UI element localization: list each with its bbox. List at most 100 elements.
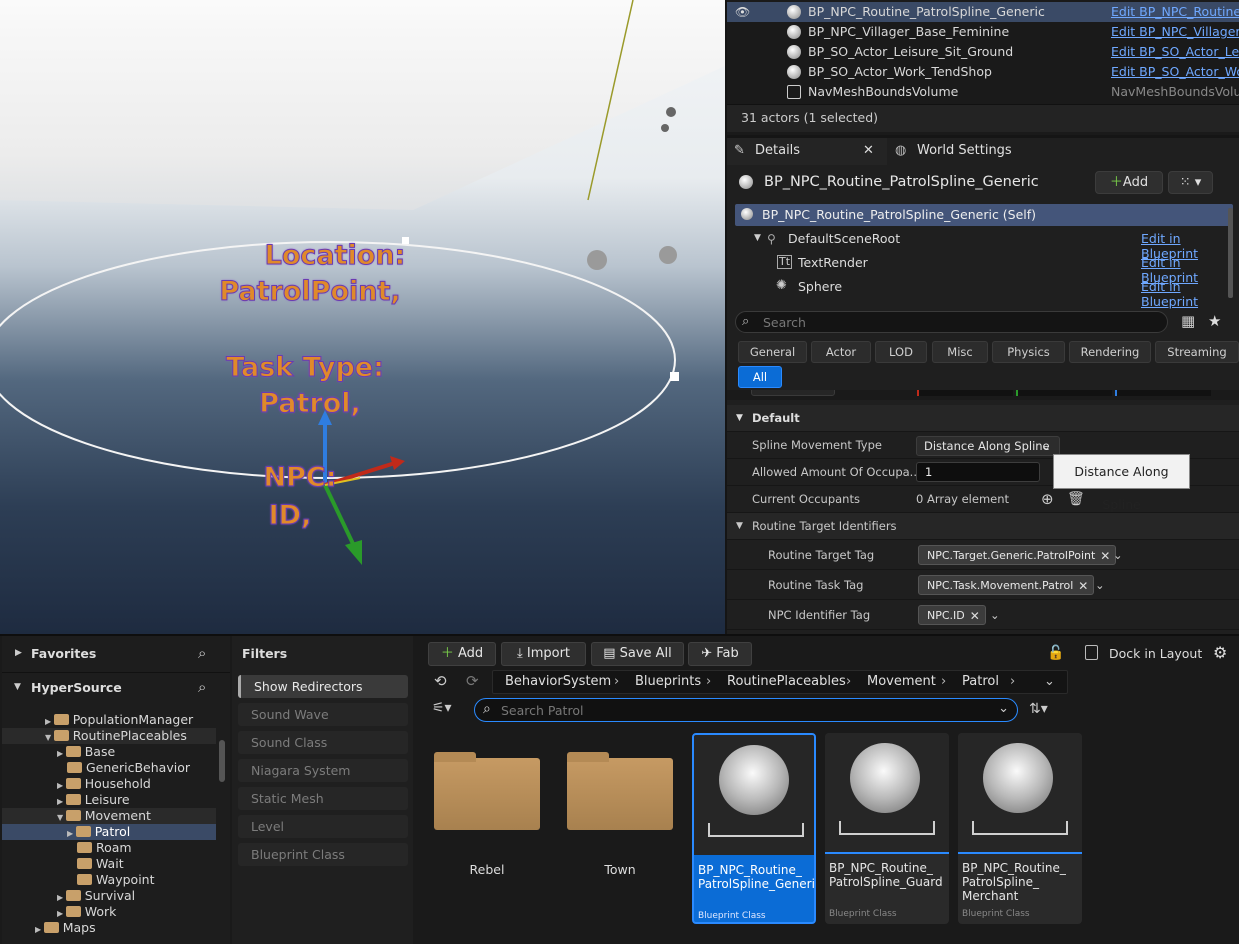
remove-tag-icon[interactable]: ✕: [1100, 546, 1110, 566]
table-view-icon[interactable]: ▦: [1181, 312, 1195, 330]
breadcrumb-item[interactable]: Patrol: [962, 674, 999, 690]
chevron-down-icon[interactable]: ⌄: [1113, 540, 1123, 570]
level-viewport[interactable]: Location: PatrolPoint, Task Type: Patrol…: [0, 0, 725, 634]
expand-arrow-icon[interactable]: ▶: [15, 648, 22, 658]
component-default-scene-root[interactable]: DefaultSceneRoot: [788, 231, 900, 246]
forward-arrow-icon[interactable]: ⟳: [466, 672, 479, 690]
hypersource-header[interactable]: HyperSource: [31, 680, 122, 695]
tag-chip[interactable]: NPC.Task.Movement.Patrol ✕: [918, 575, 1095, 596]
edit-blueprint-link[interactable]: Edit BP_NPC_Routine_: [1111, 2, 1239, 22]
folder-name[interactable]: Town: [567, 862, 673, 877]
save-all-button[interactable]: ▤ Save All: [591, 642, 684, 666]
outliner-row[interactable]: 👁 BP_NPC_Routine_PatrolSpline_Generic Ed…: [727, 2, 1239, 22]
edit-in-blueprint-link[interactable]: Edit in Blueprint: [1141, 279, 1239, 309]
outliner-row[interactable]: BP_SO_Actor_Work_TendShop Edit BP_SO_Act…: [727, 62, 1239, 82]
chevron-down-icon[interactable]: ⌄: [990, 600, 1000, 630]
filter-icon[interactable]: ⚟▾: [432, 700, 452, 716]
favorites-header[interactable]: Favorites: [31, 646, 96, 661]
outliner-row[interactable]: BP_SO_Actor_Leisure_Sit_Ground Edit BP_S…: [727, 42, 1239, 62]
close-tab-icon[interactable]: ✕: [863, 143, 874, 158]
dock-in-layout-button[interactable]: Dock in Layout: [1109, 646, 1202, 661]
filter-level[interactable]: Level: [238, 815, 408, 838]
collapse-arrow-icon[interactable]: ▼: [14, 682, 21, 692]
component-self[interactable]: BP_NPC_Routine_PatrolSpline_Generic (Sel…: [762, 207, 1036, 222]
outliner-row[interactable]: BP_NPC_Villager_Base_Feminine Edit BP_NP…: [727, 22, 1239, 42]
tree-item-household[interactable]: ▶ Household: [57, 776, 151, 792]
outliner-row[interactable]: NavMeshBoundsVolume NavMeshBoundsVolum: [727, 82, 1239, 102]
import-button[interactable]: ⤓ Import: [501, 642, 586, 666]
filter-blueprint-class[interactable]: Blueprint Class: [238, 843, 408, 866]
filter-general[interactable]: General: [738, 341, 807, 363]
edit-blueprint-link[interactable]: Edit BP_SO_Actor_Leis: [1111, 42, 1239, 62]
filter-show-redirectors[interactable]: Show Redirectors: [238, 675, 408, 698]
breadcrumb-item[interactable]: Movement: [867, 674, 936, 690]
tree-item-genericbehavior[interactable]: GenericBehavior: [67, 760, 190, 776]
tree-item-wait[interactable]: Wait: [77, 856, 124, 872]
filter-rendering[interactable]: Rendering: [1069, 341, 1151, 363]
filter-lod[interactable]: LOD: [875, 341, 927, 363]
tree-scrollbar[interactable]: [219, 740, 225, 782]
breadcrumb-item[interactable]: RoutinePlaceables: [727, 674, 846, 690]
filter-all[interactable]: All: [738, 366, 782, 388]
tab-world-settings[interactable]: World Settings: [917, 138, 1012, 164]
tree-item-movement[interactable]: ▼ Movement: [57, 808, 151, 824]
filter-sound-class[interactable]: Sound Class: [238, 731, 408, 754]
asset-search-input[interactable]: ⌕ Search Patrol ⌄: [474, 698, 1018, 722]
edit-blueprint-link[interactable]: Edit BP_NPC_Villager_B: [1111, 22, 1239, 42]
tree-item-routineplaceables[interactable]: ▼ RoutinePlaceables: [45, 728, 187, 744]
add-component-button[interactable]: ＋Add: [1095, 171, 1163, 194]
collapse-arrow-icon[interactable]: ▼: [754, 233, 761, 243]
filter-niagara-system[interactable]: Niagara System: [238, 759, 408, 782]
remove-tag-icon[interactable]: ✕: [1078, 576, 1088, 596]
tree-item-work[interactable]: ▶ Work: [57, 904, 116, 920]
remove-tag-icon[interactable]: ✕: [970, 606, 980, 626]
fab-button[interactable]: ✈ Fab: [688, 642, 752, 666]
tree-item-patrol[interactable]: ▶ Patrol: [67, 824, 130, 840]
folder-name[interactable]: Rebel: [434, 862, 540, 877]
chevron-down-icon[interactable]: ⌄: [1095, 570, 1105, 600]
search-icon[interactable]: ⌕: [198, 644, 206, 662]
tag-chip[interactable]: NPC.Target.Generic.PatrolPoint ✕: [918, 545, 1117, 566]
tree-item-leisure[interactable]: ▶ Leisure: [57, 792, 130, 808]
filter-sound-wave[interactable]: Sound Wave: [238, 703, 408, 726]
asset-tile[interactable]: BP_NPC_Routine_ PatrolSpline_ Merchant B…: [958, 733, 1082, 924]
lock-icon[interactable]: 🔓: [1047, 645, 1064, 661]
tree-item-survival[interactable]: ▶ Survival: [57, 888, 135, 904]
add-element-icon[interactable]: ⊕: [1041, 486, 1054, 513]
breadcrumb-item[interactable]: BehaviorSystem: [505, 674, 611, 690]
back-arrow-icon[interactable]: ⟲: [434, 672, 447, 690]
tab-details[interactable]: Details: [755, 138, 800, 164]
tag-chip[interactable]: NPC.ID ✕: [918, 605, 986, 625]
sort-icon[interactable]: ⇅▾: [1029, 701, 1048, 717]
asset-tile[interactable]: BP_NPC_Routine_ PatrolSpline_Generic Blu…: [692, 733, 816, 924]
folder-town-icon[interactable]: [567, 752, 673, 830]
details-search-input[interactable]: ⌕ Search: [735, 311, 1168, 333]
add-button[interactable]: ＋ Add: [428, 642, 496, 666]
components-scrollbar[interactable]: [1228, 208, 1233, 298]
section-default[interactable]: ▼ Default: [727, 405, 1239, 432]
tree-item-roam[interactable]: Roam: [77, 840, 132, 856]
section-routine-target-identifiers[interactable]: ▼ Routine Target Identifiers: [727, 513, 1239, 540]
filter-static-mesh[interactable]: Static Mesh: [238, 787, 408, 810]
eye-icon[interactable]: 👁: [735, 2, 750, 22]
spline-movement-type-dropdown[interactable]: Distance Along Spline ⌄: [916, 436, 1060, 456]
folder-rebel-icon[interactable]: [434, 752, 540, 830]
component-sphere[interactable]: Sphere: [798, 279, 842, 294]
tree-item-base[interactable]: ▶ Base: [57, 744, 115, 760]
tree-item-maps[interactable]: ▶ Maps: [35, 920, 96, 936]
component-text-render[interactable]: TextRender: [798, 255, 868, 270]
filter-streaming[interactable]: Streaming: [1155, 341, 1239, 363]
history-chevron-icon[interactable]: ⌄: [1044, 674, 1055, 690]
asset-tile[interactable]: BP_NPC_Routine_ PatrolSpline_Guard Bluep…: [825, 733, 949, 924]
blueprint-options-button[interactable]: ⁙ ▾: [1168, 171, 1213, 194]
breadcrumb-item[interactable]: Blueprints: [635, 674, 701, 690]
edit-blueprint-link[interactable]: Edit BP_SO_Actor_Wor: [1111, 62, 1239, 82]
trash-icon[interactable]: 🗑: [1067, 486, 1085, 513]
allowed-occupants-input[interactable]: 1: [916, 462, 1040, 482]
tree-item-waypoint[interactable]: Waypoint: [77, 872, 155, 888]
settings-gear-icon[interactable]: ⚙: [1213, 643, 1227, 662]
filter-physics[interactable]: Physics: [992, 341, 1065, 363]
tree-item-populationmanager[interactable]: ▶ PopulationManager: [45, 712, 193, 728]
filter-actor[interactable]: Actor: [811, 341, 871, 363]
favorite-star-icon[interactable]: ★: [1208, 312, 1221, 330]
